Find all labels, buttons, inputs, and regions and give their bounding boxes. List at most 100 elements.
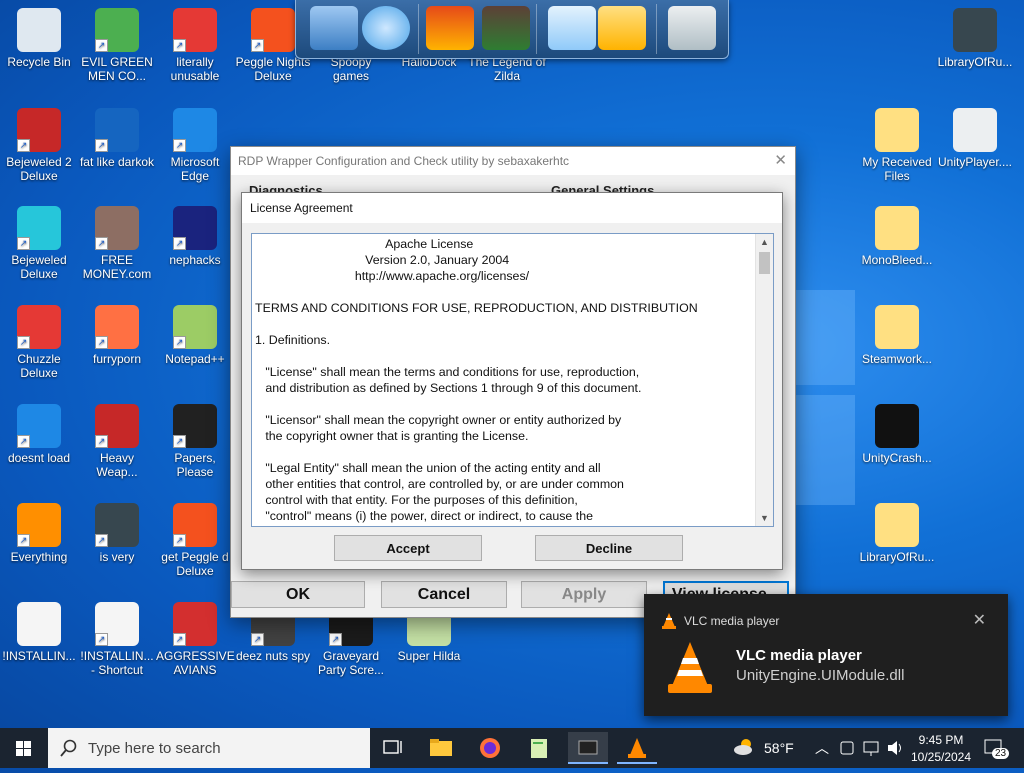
- app-icon: ↗: [95, 305, 139, 349]
- volume-icon[interactable]: [886, 728, 906, 768]
- search-box[interactable]: Type here to search: [48, 728, 370, 768]
- close-icon[interactable]: ✕: [774, 147, 787, 175]
- accept-button[interactable]: Accept: [334, 535, 482, 561]
- app-icon: ↗: [95, 108, 139, 152]
- start-button[interactable]: [0, 728, 48, 768]
- shortcut-arrow-icon: ↗: [17, 534, 30, 547]
- recycle-bin-icon[interactable]: [668, 6, 716, 50]
- windows-drive-icon[interactable]: [548, 6, 596, 50]
- shortcut-arrow-icon: ↗: [251, 633, 264, 646]
- desktop-icon[interactable]: ↗ Notepad++: [156, 305, 234, 366]
- vlc-notification[interactable]: VLC media player ✕ VLC media player Unit…: [644, 594, 1008, 716]
- scroll-thumb[interactable]: [759, 252, 770, 274]
- desktop-icon-label: Papers, Please: [174, 451, 216, 479]
- desktop-icon[interactable]: ↗ fat like darkok: [78, 108, 156, 169]
- desktop-icon[interactable]: ↗ Everything: [0, 503, 78, 564]
- notepad-plus-plus-icon[interactable]: [519, 732, 559, 764]
- desktop-icon[interactable]: ↗ nephacks: [156, 206, 234, 267]
- desktop-icon-label: FREE MONEY.com: [82, 253, 152, 281]
- desktop-icon-label: Peggle Nights Deluxe: [235, 55, 311, 83]
- desktop-icon-label: Super Hilda: [397, 649, 461, 663]
- dialog-title: License Agreement: [242, 193, 782, 223]
- desktop-icon-label: is very: [99, 550, 135, 564]
- license-textbox[interactable]: Apache License Version 2.0, January 2004…: [251, 233, 774, 527]
- vlc-taskbar-icon[interactable]: [617, 732, 657, 764]
- office-icon[interactable]: [426, 6, 474, 50]
- apply-button[interactable]: Apply: [521, 581, 647, 608]
- firefox-icon[interactable]: [470, 732, 510, 764]
- desktop-icon-label: nephacks: [169, 253, 221, 267]
- desktop-icon[interactable]: ↗ literally unusable: [156, 8, 234, 83]
- shortcut-arrow-icon: ↗: [17, 336, 30, 349]
- notification-message: UnityEngine.UIModule.dll: [736, 667, 905, 684]
- desktop-icon[interactable]: ↗ Bejeweled 2 Deluxe: [0, 108, 78, 183]
- desktop-icon[interactable]: ↗ Papers, Please: [156, 404, 234, 479]
- desktop-icon[interactable]: Recycle Bin: [0, 8, 78, 69]
- taskbar: Type here to search 58°F ︿ 9:45 PM 10/25…: [0, 728, 1024, 768]
- license-text: Apache License Version 2.0, January 2004…: [255, 237, 698, 523]
- scrollbar[interactable]: ▲ ▼: [755, 234, 773, 526]
- desktop-icon[interactable]: Steamwork...: [858, 305, 936, 366]
- desktop-icon[interactable]: ↗ Bejeweled Deluxe: [0, 206, 78, 281]
- desktop-icon[interactable]: LibraryOfRu...: [936, 8, 1014, 69]
- clock[interactable]: 9:45 PM 10/25/2024: [906, 728, 976, 768]
- desktop-icon[interactable]: ↗ Microsoft Edge: [156, 108, 234, 183]
- ok-button[interactable]: OK: [231, 581, 365, 608]
- desktop-icon[interactable]: ↗ EVIL GREEN MEN CO...: [78, 8, 156, 83]
- desktop-icon[interactable]: ↗ get Peggle d Deluxe: [156, 503, 234, 578]
- desktop-icon[interactable]: MonoBleed...: [858, 206, 936, 267]
- shortcut-arrow-icon: ↗: [95, 139, 108, 152]
- network-globe-icon[interactable]: [362, 6, 410, 50]
- decline-button[interactable]: Decline: [535, 535, 683, 561]
- app-icon: ↗: [173, 8, 217, 52]
- app-icon: ↗: [17, 503, 61, 547]
- desktop-icon[interactable]: My Received Files: [858, 108, 936, 183]
- dock-separator: [418, 4, 419, 54]
- app-icon: ↗: [95, 503, 139, 547]
- clock-date: 10/25/2024: [910, 750, 972, 764]
- shortcut-arrow-icon: ↗: [95, 39, 108, 52]
- action-center-icon[interactable]: 23: [980, 728, 1010, 768]
- app-icon: ↗: [95, 602, 139, 646]
- desktop-icon-label: UnityPlayer....: [937, 155, 1013, 169]
- close-icon[interactable]: ✕: [973, 610, 986, 630]
- desktop-icon[interactable]: ↗ AGGRESSIVE AVIANS: [156, 602, 235, 677]
- scroll-up-icon[interactable]: ▲: [756, 234, 773, 250]
- shortcut-arrow-icon: ↗: [329, 633, 342, 646]
- desktop-icon-label: Microsoft Edge: [170, 155, 220, 183]
- app-icon: [875, 206, 919, 250]
- search-placeholder: Type here to search: [88, 740, 221, 757]
- zilda-game-icon[interactable]: [482, 6, 530, 50]
- desktop-icon[interactable]: LibraryOfRu...: [858, 503, 936, 564]
- shortcut-arrow-icon: ↗: [173, 633, 186, 646]
- cancel-button[interactable]: Cancel: [381, 581, 507, 608]
- meet-now-icon[interactable]: [838, 728, 856, 768]
- dock-separator: [656, 4, 657, 54]
- desktop-icon-label: Heavy Weap...: [96, 451, 138, 479]
- folder-icon[interactable]: [598, 6, 646, 50]
- chevron-up-icon[interactable]: ︿: [815, 728, 831, 768]
- rdp-config-icon[interactable]: [568, 732, 608, 764]
- weather-widget[interactable]: 58°F: [730, 728, 800, 768]
- desktop-icon[interactable]: ↗ is very: [78, 503, 156, 564]
- app-icon: ↗: [95, 206, 139, 250]
- desktop-icon[interactable]: ↗ FREE MONEY.com: [78, 206, 156, 281]
- desktop-icon-label: Recycle Bin: [7, 55, 71, 69]
- app-icon: [17, 602, 61, 646]
- desktop-icon[interactable]: ↗ !INSTALLIN... - Shortcut: [78, 602, 156, 677]
- file-explorer-icon[interactable]: [421, 732, 461, 764]
- desktop-icon[interactable]: ↗ doesnt load: [0, 404, 78, 465]
- desktop-icon[interactable]: ↗ furryporn: [78, 305, 156, 366]
- clock-time: 9:45 PM: [918, 733, 964, 747]
- task-view-icon[interactable]: [372, 732, 412, 764]
- computers-icon[interactable]: [310, 6, 358, 50]
- desktop-icon[interactable]: UnityPlayer....: [936, 108, 1014, 169]
- desktop-icon[interactable]: ↗ Chuzzle Deluxe: [0, 305, 78, 380]
- desktop-icon[interactable]: !INSTALLIN...: [0, 602, 78, 663]
- scroll-down-icon[interactable]: ▼: [756, 510, 773, 526]
- desktop-icon[interactable]: ↗ Heavy Weap...: [78, 404, 156, 479]
- app-icon: ↗: [17, 305, 61, 349]
- network-icon[interactable]: [862, 728, 882, 768]
- dock-separator: [536, 4, 537, 54]
- desktop-icon[interactable]: UnityCrash...: [858, 404, 936, 465]
